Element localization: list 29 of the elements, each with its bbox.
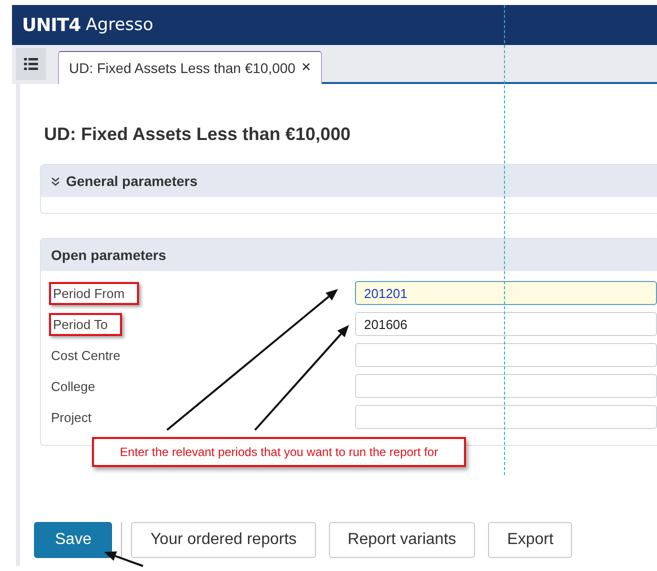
input-field[interactable] [355, 343, 657, 367]
field-label: Cost Centre [50, 346, 122, 364]
input-field[interactable]: 201201 [355, 281, 657, 305]
action-button[interactable]: Your ordered reports [131, 522, 316, 558]
input-field[interactable]: 201606 [355, 312, 657, 336]
field-label: Period From [49, 282, 139, 304]
product-name: Agresso [86, 15, 154, 35]
brand-logo: UNIT4 [22, 14, 81, 36]
page-title: UD: Fixed Assets Less than €10,000 [44, 124, 352, 145]
close-button[interactable]: × [301, 59, 311, 77]
action-button[interactable]: Report variants [328, 522, 476, 558]
panel-header[interactable]: General parameters [41, 165, 657, 197]
input-field[interactable] [355, 405, 657, 429]
panel-header[interactable]: Open parameters [41, 239, 657, 271]
field-label: Project [50, 408, 92, 427]
arrow [104, 551, 144, 567]
action-button[interactable]: Export [488, 522, 572, 558]
field-label: Period To [49, 312, 122, 336]
callout-note: Enter the relevant periods that you want to run the report for [92, 437, 466, 467]
save-button[interactable]: Save [34, 522, 112, 558]
section-title: General parameters [66, 173, 198, 189]
menu-button[interactable] [16, 48, 46, 80]
input-field[interactable] [355, 374, 657, 398]
menu-icon [24, 58, 38, 70]
field-label: College [50, 378, 96, 396]
tab-label: UD: Fixed Assets Less than €10,000 [69, 60, 296, 76]
section-title: Open parameters [51, 247, 166, 263]
tab[interactable]: UD: Fixed Assets Less than €10,000 × [58, 51, 322, 84]
chevron-icon [51, 176, 60, 186]
